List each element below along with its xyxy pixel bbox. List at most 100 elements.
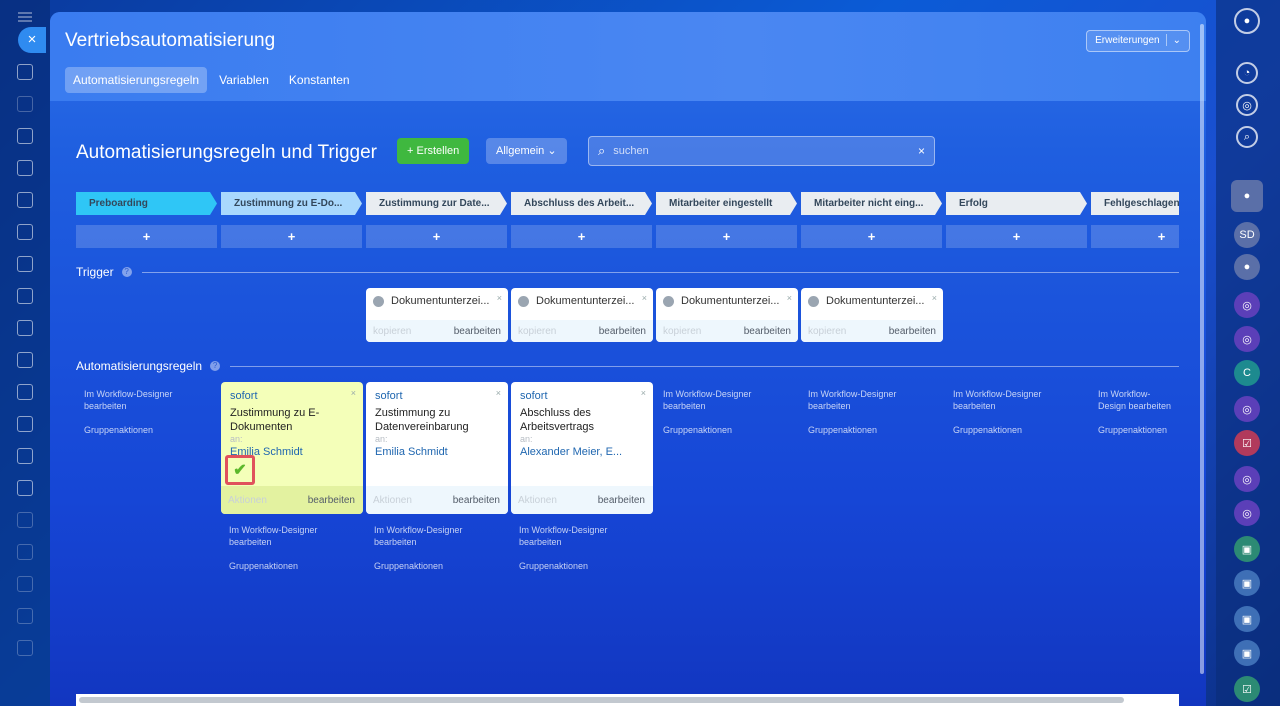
- chat-icon[interactable]: ◎: [1234, 396, 1260, 422]
- stage-preboarding[interactable]: Preboarding: [76, 192, 217, 215]
- horizontal-scrollbar[interactable]: [76, 694, 1179, 706]
- rule-timing[interactable]: sofort: [520, 390, 548, 402]
- contact-avatar[interactable]: ●: [1231, 180, 1263, 212]
- add-button[interactable]: +: [801, 225, 942, 248]
- workflow-designer-link[interactable]: Im Workflow-Design bearbeiten: [1098, 388, 1178, 412]
- lock-icon[interactable]: ▣: [1234, 536, 1260, 562]
- copy-link[interactable]: kopieren: [518, 326, 556, 337]
- user-avatar[interactable]: ●: [1234, 8, 1260, 34]
- workflow-designer-link[interactable]: Im Workflow-Designer bearbeiten: [808, 388, 938, 412]
- search-input[interactable]: [613, 145, 918, 157]
- actions-link[interactable]: Aktionen: [228, 495, 267, 506]
- clear-icon[interactable]: ×: [918, 144, 925, 158]
- add-button[interactable]: +: [221, 225, 362, 248]
- chat-icon[interactable]: [17, 320, 33, 336]
- copy-link[interactable]: kopieren: [663, 326, 701, 337]
- rule-recipient[interactable]: Emilia Schmidt: [375, 446, 448, 458]
- group-actions-link[interactable]: Gruppenaktionen: [663, 424, 793, 436]
- card-icon[interactable]: [17, 480, 33, 496]
- task-icon[interactable]: ☑: [1234, 430, 1260, 456]
- lock-icon[interactable]: ▣: [1234, 640, 1260, 666]
- task-icon[interactable]: ☑: [1234, 676, 1260, 702]
- storage-icon[interactable]: [17, 448, 33, 464]
- stage-data-agreement[interactable]: Zustimmung zur Date...: [366, 192, 507, 215]
- actions-link[interactable]: Aktionen: [373, 495, 412, 506]
- document-icon[interactable]: [17, 128, 33, 144]
- edit-link[interactable]: bearbeiten: [599, 326, 646, 337]
- menu-icon[interactable]: [18, 12, 32, 22]
- rule-timing[interactable]: sofort: [230, 390, 258, 402]
- file-icon[interactable]: [17, 192, 33, 208]
- stage-e-documents[interactable]: Zustimmung zu E-Do...: [221, 192, 362, 215]
- contact-avatar[interactable]: SD: [1234, 222, 1260, 248]
- group-actions-link[interactable]: Gruppenaktionen: [953, 424, 1083, 436]
- add-button[interactable]: +: [1091, 225, 1179, 248]
- copy-link[interactable]: kopieren: [373, 326, 411, 337]
- rule-card[interactable]: sofort × Abschluss des Arbeitsvertrags a…: [511, 382, 653, 514]
- close-icon[interactable]: ×: [496, 388, 501, 398]
- close-icon[interactable]: ×: [787, 293, 792, 303]
- group-actions-link[interactable]: Gruppenaktionen: [374, 560, 504, 572]
- close-icon[interactable]: ×: [642, 293, 647, 303]
- trigger-card[interactable]: Dokumentunterzei... × kopieren bearbeite…: [656, 288, 798, 342]
- target-icon[interactable]: ◎: [1236, 94, 1258, 116]
- vertical-scrollbar[interactable]: [1200, 24, 1204, 674]
- chart-icon[interactable]: [17, 352, 33, 368]
- lock-icon[interactable]: ▣: [1234, 606, 1260, 632]
- stage-failed[interactable]: Fehlgeschlagen: [1091, 192, 1179, 215]
- trigger-card[interactable]: Dokumentunterzei... × kopieren bearbeite…: [801, 288, 943, 342]
- help-icon[interactable]: ?: [121, 267, 132, 277]
- edit-link[interactable]: bearbeiten: [744, 326, 791, 337]
- actions-link[interactable]: Aktionen: [518, 495, 557, 506]
- help-icon[interactable]: [17, 544, 33, 560]
- close-icon[interactable]: ×: [932, 293, 937, 303]
- add-button[interactable]: +: [946, 225, 1087, 248]
- users-icon[interactable]: [17, 160, 33, 176]
- edit-link[interactable]: bearbeiten: [598, 495, 645, 506]
- edit-link[interactable]: bearbeiten: [889, 326, 936, 337]
- list-icon[interactable]: [17, 608, 33, 624]
- group-actions-link[interactable]: Gruppenaktionen: [229, 560, 359, 572]
- group-actions-link[interactable]: Gruppenaktionen: [1098, 424, 1178, 436]
- chat-icon[interactable]: ◎: [1234, 500, 1260, 526]
- robot-icon[interactable]: [17, 512, 33, 528]
- tab-variables[interactable]: Variablen: [211, 67, 277, 93]
- chat-icon[interactable]: ◎: [1234, 466, 1260, 492]
- gear-icon[interactable]: [17, 96, 33, 112]
- stage-not-hired[interactable]: Mitarbeiter nicht eing...: [801, 192, 942, 215]
- filter-icon[interactable]: [17, 576, 33, 592]
- group-actions-link[interactable]: Gruppenaktionen: [519, 560, 649, 572]
- grid-icon[interactable]: [17, 640, 33, 656]
- group-actions-link[interactable]: Gruppenaktionen: [808, 424, 938, 436]
- workflow-designer-link[interactable]: Im Workflow-Designer bearbeiten: [374, 524, 504, 548]
- trigger-card[interactable]: Dokumentunterzei... × kopieren bearbeite…: [366, 288, 508, 342]
- close-panel-button[interactable]: ×: [18, 27, 46, 53]
- stage-success[interactable]: Erfolg: [946, 192, 1087, 215]
- search-chat-icon[interactable]: ⌕: [1236, 126, 1258, 148]
- checkbox-icon[interactable]: [17, 288, 33, 304]
- add-button[interactable]: +: [366, 225, 507, 248]
- close-icon[interactable]: ×: [497, 293, 502, 303]
- rule-recipient[interactable]: Alexander Meier, E...: [520, 446, 622, 458]
- contact-avatar[interactable]: ●: [1234, 254, 1260, 280]
- add-button[interactable]: +: [656, 225, 797, 248]
- lock-icon[interactable]: ▣: [1234, 570, 1260, 596]
- add-button[interactable]: +: [511, 225, 652, 248]
- edit-icon[interactable]: [17, 416, 33, 432]
- general-dropdown[interactable]: Allgemein ⌄: [486, 138, 567, 164]
- copy-link[interactable]: kopieren: [808, 326, 846, 337]
- workflow-designer-link[interactable]: Im Workflow-Designer bearbeiten: [229, 524, 359, 548]
- edit-link[interactable]: bearbeiten: [308, 495, 355, 506]
- rule-timing[interactable]: sofort: [375, 390, 403, 402]
- close-icon[interactable]: ×: [641, 388, 646, 398]
- cart-icon[interactable]: [17, 384, 33, 400]
- tab-rules[interactable]: Automatisierungsregeln: [65, 67, 208, 93]
- chat-icon[interactable]: ◎: [1234, 326, 1260, 352]
- screen-icon[interactable]: [17, 256, 33, 272]
- close-icon[interactable]: ×: [351, 388, 356, 398]
- scrollbar-thumb[interactable]: [79, 697, 1124, 703]
- trigger-card[interactable]: Dokumentunterzei... × kopieren bearbeite…: [511, 288, 653, 342]
- add-button[interactable]: +: [76, 225, 217, 248]
- car-icon[interactable]: [17, 224, 33, 240]
- workflow-designer-link[interactable]: Im Workflow-Designer bearbeiten: [519, 524, 649, 548]
